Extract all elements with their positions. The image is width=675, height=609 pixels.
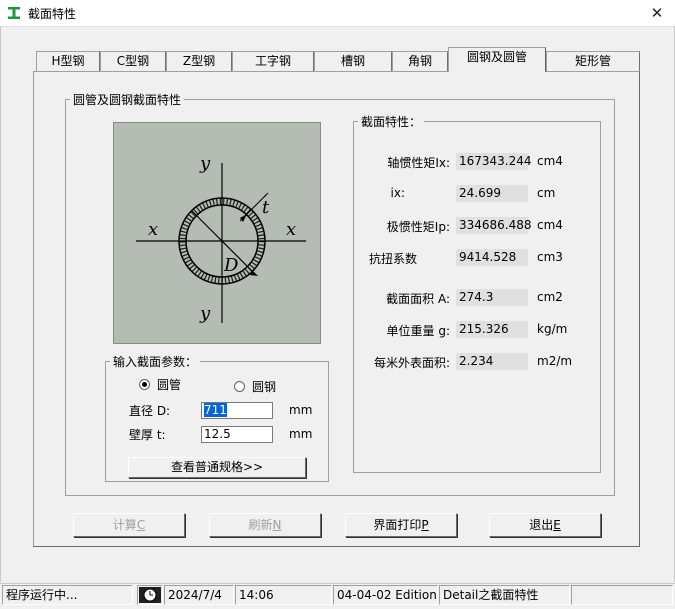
status-date: 2024/7/4 <box>164 585 234 605</box>
status-empty <box>571 585 673 605</box>
exit-button-hotkey: E <box>553 518 561 532</box>
exit-button-label: 退出 <box>529 518 554 532</box>
calc-button-label: 计算 <box>112 518 137 532</box>
properties-title: 截面特性： <box>358 113 425 130</box>
thickness-unit: mm <box>289 427 313 441</box>
prop-unit-ix-radius: cm <box>537 186 556 200</box>
refresh-button[interactable]: 刷新N <box>209 513 321 537</box>
pipe-section-drawing: y y x x t D <box>136 153 306 324</box>
exit-button[interactable]: 退出E <box>489 513 601 537</box>
calc-button[interactable]: 计算C <box>73 513 185 537</box>
status-edition: 04-04-02 Edition <box>333 585 438 605</box>
close-button[interactable]: ✕ <box>646 2 668 24</box>
prop-unit-area: cm2 <box>537 290 563 304</box>
view-specs-button[interactable]: 查看普通规格>> <box>128 457 306 478</box>
diameter-label: 直径 D: <box>129 404 171 418</box>
prop-unit-surface: m2/m <box>537 354 573 368</box>
tab-z-steel[interactable]: Z型钢 <box>166 51 232 71</box>
radio-pipe-dot <box>142 382 147 387</box>
section-group-title: 圆管及圆钢截面特性 <box>70 91 185 108</box>
tab-h-steel[interactable]: H型钢 <box>36 51 100 71</box>
status-module: Detail之截面特性 <box>439 585 570 605</box>
thickness-label: 壁厚 t: <box>129 428 166 442</box>
label-y-bottom: y <box>199 303 211 324</box>
section-diagram: y y x x t D <box>113 122 321 344</box>
tab-i-beam[interactable]: 工字钢 <box>232 51 314 71</box>
radio-bar[interactable] <box>234 381 245 392</box>
prop-value-ix-inertia: 167343.244 <box>456 153 532 170</box>
status-time: 14:06 <box>235 585 332 605</box>
diameter-input[interactable]: 711 <box>201 402 273 419</box>
clock-icon <box>139 587 161 603</box>
prop-value-surface: 2.234 <box>456 353 528 370</box>
tab-channel[interactable]: 槽钢 <box>314 51 392 71</box>
print-button-hotkey: P <box>421 518 429 532</box>
prop-label-ix-radius: ix: <box>390 186 405 200</box>
tab-rect-tube[interactable]: 矩形管 <box>546 51 640 71</box>
diameter-value: 711 <box>204 403 227 417</box>
prop-unit-ip: cm4 <box>537 218 563 232</box>
prop-value-area: 274.3 <box>456 289 528 306</box>
prop-unit-weight: kg/m <box>537 322 568 336</box>
refresh-button-hotkey: N <box>272 518 282 532</box>
prop-value-ix-radius: 24.699 <box>456 185 528 202</box>
radio-pipe[interactable] <box>139 379 150 390</box>
tab-c-steel[interactable]: C型钢 <box>100 51 166 71</box>
label-x-left: x <box>148 219 158 240</box>
title-bar: 截面特性 ✕ <box>0 0 675 27</box>
status-clock-cell <box>137 585 163 605</box>
prop-label-weight: 单位重量 g: <box>386 324 450 338</box>
prop-label-surface: 每米外表面积: <box>373 356 450 370</box>
prop-unit-ix-inertia: cm4 <box>537 154 563 168</box>
print-button-label: 界面打印 <box>373 518 422 532</box>
prop-unit-torsion: cm3 <box>537 250 563 264</box>
prop-label-torsion: 抗扭系数 <box>369 252 418 266</box>
prop-label-area: 截面面积 A: <box>386 292 450 306</box>
thickness-input[interactable]: 12.5 <box>201 426 273 443</box>
label-y-top: y <box>199 153 211 174</box>
label-t: t <box>262 197 270 218</box>
label-x-right: x <box>286 219 296 240</box>
prop-label-ix-inertia: 轴惯性矩Ix: <box>387 156 450 170</box>
diameter-unit: mm <box>289 403 313 417</box>
tab-round[interactable]: 圆钢及圆管 <box>448 47 546 72</box>
input-params-title: 输入截面参数： <box>110 353 201 370</box>
label-d: D <box>223 255 239 276</box>
app-icon <box>8 7 20 19</box>
print-button[interactable]: 界面打印P <box>345 513 457 537</box>
prop-label-ip: 极惯性矩Ip: <box>386 220 450 234</box>
prop-value-ip: 334686.488 <box>456 217 532 234</box>
status-text: 程序运行中... <box>2 585 133 605</box>
prop-value-weight: 215.326 <box>456 321 528 338</box>
tab-angle[interactable]: 角钢 <box>392 51 448 71</box>
refresh-button-label: 刷新 <box>248 518 273 532</box>
window-title: 截面特性 <box>28 7 77 21</box>
radio-bar-label[interactable]: 圆钢 <box>252 378 276 395</box>
radio-pipe-label[interactable]: 圆管 <box>157 376 181 393</box>
calc-button-hotkey: C <box>136 518 146 532</box>
prop-value-torsion: 9414.528 <box>456 249 528 266</box>
